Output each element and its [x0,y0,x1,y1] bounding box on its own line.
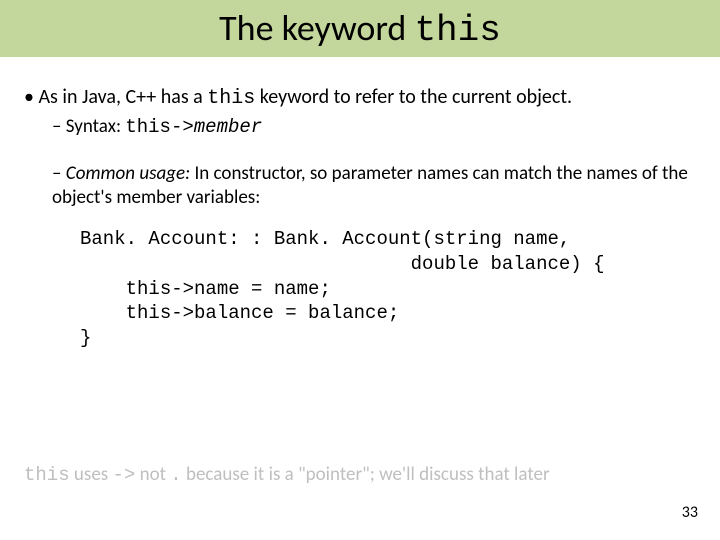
title-band: The keyword this [0,0,720,57]
page-number: 33 [682,503,698,522]
usage-label: Common usage: [66,162,190,185]
foot-b: uses [70,463,113,486]
foot-arrow: -> [113,464,136,486]
foot-dot: . [170,464,181,486]
syntax-code: this-> [125,116,193,138]
syntax-label: Syntax: [66,115,126,138]
bullet-text-a: As in Java, C++ has a [38,85,207,109]
bullet-keyword: this [207,87,255,110]
sub-usage: Common usage: In constructor, so paramet… [52,162,696,210]
slide-title: The keyword this [0,6,720,51]
foot-f: because it is a "pointer"; we'll discuss… [182,463,550,486]
code-block: Bank. Account: : Bank. Account(string na… [80,227,696,350]
title-keyword: this [414,10,500,51]
bullet-main: As in Java, C++ has a this keyword to re… [24,85,696,111]
sub-syntax: Syntax: this->member [52,115,696,140]
foot-this: this [24,464,70,486]
footnote: this uses -> not . because it is a "poin… [24,463,550,486]
bullet-text-c: keyword to refer to the current object. [255,85,572,109]
foot-d: not [135,463,170,486]
title-text-a: The keyword [219,6,414,50]
syntax-member: member [194,116,262,138]
content-area: As in Java, C++ has a this keyword to re… [0,57,720,351]
